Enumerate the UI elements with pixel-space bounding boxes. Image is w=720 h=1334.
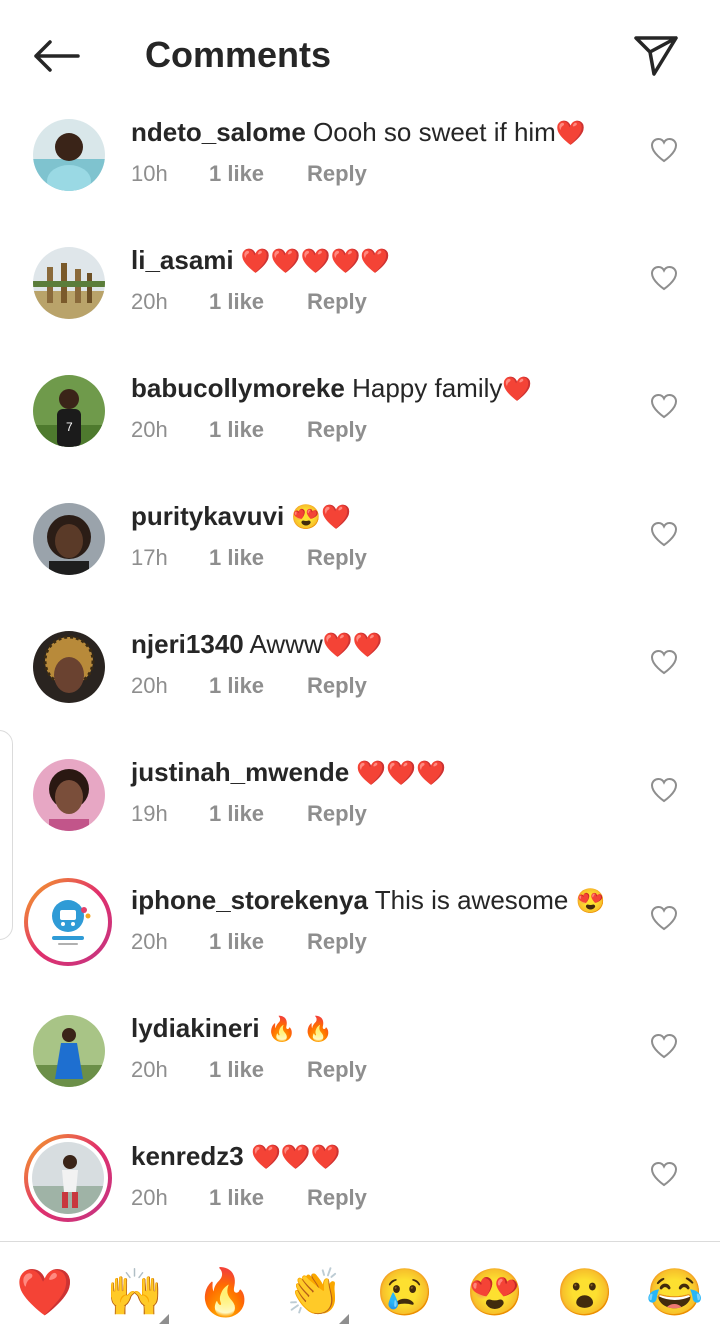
comment-row: li_asami ❤️❤️❤️❤️❤️ 20h 1 like Reply	[0, 235, 720, 363]
comment-time: 20h	[131, 1057, 168, 1082]
avatar[interactable]	[33, 631, 105, 703]
heart-outline-icon[interactable]	[650, 393, 678, 419]
reply-button[interactable]: Reply	[307, 417, 367, 442]
reaction-surprised-face[interactable]: 😮	[555, 1262, 615, 1322]
avatar[interactable]	[33, 1015, 105, 1087]
comment-time: 19h	[131, 801, 168, 826]
comment-list: ndeto_salome Oooh so sweet if him❤️ 10h 1…	[0, 107, 720, 1259]
comment-username[interactable]: babucollymoreke	[131, 373, 345, 403]
comment-username[interactable]: iphone_storekenya	[131, 885, 368, 915]
comment-time: 20h	[131, 417, 168, 442]
top-bar: Comments	[0, 0, 720, 110]
comment-row: kenredz3 ❤️❤️❤️ 20h 1 like Reply	[0, 1131, 720, 1259]
comment-emoji: 🔥 🔥	[266, 1016, 334, 1043]
reply-button[interactable]: Reply	[307, 545, 367, 570]
comment-time: 20h	[131, 289, 168, 314]
comment-likes[interactable]: 1 like	[209, 287, 307, 317]
avatar[interactable]: 7	[33, 375, 105, 447]
comment-likes[interactable]: 1 like	[209, 927, 307, 957]
reaction-laughing-face[interactable]: 😂	[645, 1262, 705, 1322]
clapping-hands-icon: 👏	[286, 1266, 344, 1318]
heart-outline-icon[interactable]	[650, 1161, 678, 1187]
comment-username[interactable]: lydiakineri	[131, 1013, 260, 1043]
comment-row: 7 babucollymoreke Happy family❤️ 20h 1 li…	[0, 363, 720, 491]
comment-time: 20h	[131, 1185, 168, 1210]
avatar-story-ring[interactable]	[24, 1134, 112, 1222]
heart-outline-icon[interactable]	[650, 777, 678, 803]
comment-time: 10h	[131, 161, 168, 186]
comment-row: iphone_storekenya This is awesome 😍 20h 1…	[0, 875, 720, 1003]
heart-outline-icon[interactable]	[650, 1033, 678, 1059]
comment-row: njeri1340 Awww❤️❤️ 20h 1 like Reply	[0, 619, 720, 747]
reaction-raising-hands[interactable]: 🙌	[105, 1262, 169, 1324]
comment-text: Awww	[249, 629, 323, 659]
comment-likes[interactable]: 1 like	[209, 671, 307, 701]
comment-username[interactable]: justinah_mwende	[131, 757, 349, 787]
skin-tone-indicator-icon	[339, 1314, 349, 1324]
comment-time: 20h	[131, 929, 168, 954]
avatar[interactable]	[33, 119, 105, 191]
skin-tone-indicator-icon	[159, 1314, 169, 1324]
heart-outline-icon[interactable]	[650, 649, 678, 675]
reaction-red-heart[interactable]: ❤️	[15, 1262, 75, 1322]
heart-outline-icon[interactable]	[650, 265, 678, 291]
reaction-heart-eyes[interactable]: 😍	[465, 1262, 525, 1322]
edge-panel-handle[interactable]	[0, 730, 13, 940]
raising-hands-icon: 🙌	[106, 1266, 164, 1318]
comment-emoji: 😍	[575, 888, 606, 915]
avatar[interactable]	[33, 759, 105, 831]
reply-button[interactable]: Reply	[307, 161, 367, 186]
comment-username[interactable]: ndeto_salome	[131, 117, 306, 147]
reply-button[interactable]: Reply	[307, 1185, 367, 1210]
comment-likes[interactable]: 1 like	[209, 159, 307, 189]
comment-emoji: 😍❤️	[291, 504, 352, 531]
reply-button[interactable]: Reply	[307, 801, 367, 826]
comment-username[interactable]: puritykavuvi	[131, 501, 284, 531]
comment-time: 17h	[131, 545, 168, 570]
comment-likes[interactable]: 1 like	[209, 543, 307, 573]
comment-emoji: ❤️❤️	[322, 632, 383, 659]
comment-emoji: ❤️	[502, 376, 533, 403]
store-logo	[32, 886, 104, 958]
reply-button[interactable]: Reply	[307, 289, 367, 314]
avatar[interactable]	[33, 247, 105, 319]
comment-text: Oooh so sweet if him	[313, 117, 556, 147]
reaction-fire[interactable]: 🔥	[195, 1262, 255, 1322]
heart-outline-icon[interactable]	[650, 137, 678, 163]
share-button[interactable]	[628, 28, 684, 84]
avatar[interactable]	[33, 503, 105, 575]
quick-reaction-bar: ❤️ 🙌 🔥 👏 😢 😍 😮 😂	[0, 1241, 720, 1334]
comment-text: Happy family	[352, 373, 503, 403]
svg-text:7: 7	[66, 420, 73, 434]
comment-row: lydiakineri 🔥 🔥 20h 1 like Reply	[0, 1003, 720, 1131]
page-title: Comments	[145, 34, 332, 75]
comment-username[interactable]: kenredz3	[131, 1141, 244, 1171]
comment-username[interactable]: njeri1340	[131, 629, 244, 659]
comment-likes[interactable]: 1 like	[209, 415, 307, 445]
reaction-clapping-hands[interactable]: 👏	[285, 1262, 349, 1324]
comment-emoji: ❤️	[555, 120, 586, 147]
comment-likes[interactable]: 1 like	[209, 1055, 307, 1085]
comment-time: 20h	[131, 673, 168, 698]
comment-row: puritykavuvi 😍❤️ 17h 1 like Reply	[0, 491, 720, 619]
comment-emoji: ❤️❤️❤️❤️❤️	[240, 248, 391, 275]
comment-likes[interactable]: 1 like	[209, 1183, 307, 1213]
paper-plane-icon	[634, 36, 678, 76]
reaction-crying-face[interactable]: 😢	[375, 1262, 435, 1322]
comment-username[interactable]: li_asami	[131, 245, 234, 275]
comment-row: justinah_mwende ❤️❤️❤️ 19h 1 like Reply	[0, 747, 720, 875]
reply-button[interactable]: Reply	[307, 673, 367, 698]
heart-outline-icon[interactable]	[650, 905, 678, 931]
reply-button[interactable]: Reply	[307, 1057, 367, 1082]
back-button[interactable]	[26, 30, 86, 82]
comment-emoji: ❤️❤️❤️	[356, 760, 447, 787]
heart-outline-icon[interactable]	[650, 521, 678, 547]
back-arrow-icon	[34, 40, 80, 72]
comment-emoji: ❤️❤️❤️	[250, 1144, 341, 1171]
comment-likes[interactable]: 1 like	[209, 799, 307, 829]
comment-row: ndeto_salome Oooh so sweet if him❤️ 10h 1…	[0, 107, 720, 235]
reply-button[interactable]: Reply	[307, 929, 367, 954]
avatar-story-ring[interactable]	[24, 878, 112, 966]
comment-text: This is awesome	[374, 885, 569, 915]
